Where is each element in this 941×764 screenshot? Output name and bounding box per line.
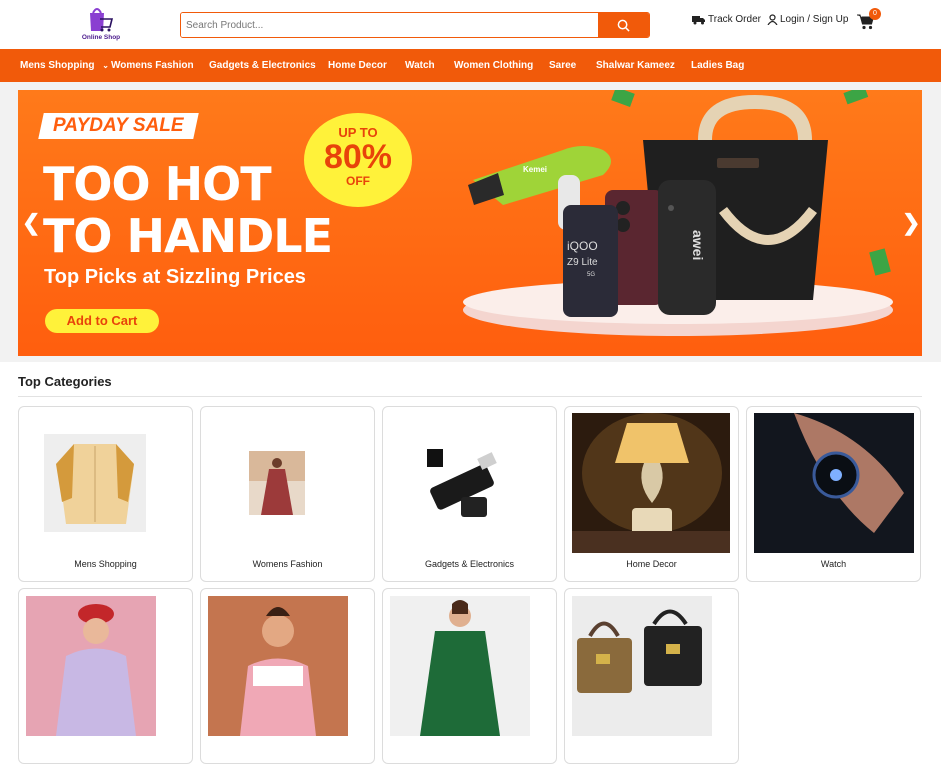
category-card-mens-shopping[interactable]: Mens Shopping — [18, 406, 193, 582]
category-image — [26, 596, 156, 736]
nav-item-watch[interactable]: Watch — [405, 49, 435, 82]
search-button[interactable] — [598, 13, 649, 37]
dryer-brand: Kemei — [523, 165, 547, 174]
category-image — [572, 413, 730, 553]
category-image — [390, 596, 530, 736]
main-nav: Mens Shopping ⌄ Womens Fashion Gadgets &… — [0, 49, 941, 82]
hero-banner[interactable]: PAYDAY SALE TOO HOT TO HANDLE Top Picks … — [18, 90, 922, 356]
nav-item-gadgets-electronics[interactable]: Gadgets & Electronics — [209, 49, 316, 82]
nav-item-shalwar-kameez[interactable]: Shalwar Kameez — [596, 49, 675, 82]
nav-item-women-clothing[interactable]: Women Clothing — [454, 49, 533, 82]
discount-badge: UP TO 80% OFF — [304, 113, 412, 207]
nav-item-saree[interactable]: Saree — [549, 49, 576, 82]
category-image — [754, 413, 914, 553]
login-link[interactable]: Login / Sign Up — [767, 14, 848, 25]
category-card-women-clothing[interactable] — [18, 588, 193, 764]
user-icon — [767, 14, 778, 25]
search-bar — [180, 12, 650, 38]
shopping-bag-logo-icon — [90, 8, 114, 32]
category-card-gadgets-electronics[interactable]: Gadgets & Electronics — [382, 406, 557, 582]
category-label: Mens Shopping — [74, 559, 137, 569]
nav-item-ladies-bag[interactable]: Ladies Bag — [691, 49, 744, 82]
cart-count-badge: 0 — [869, 8, 881, 20]
category-image — [421, 445, 499, 525]
phone-model: Z9 Lite — [567, 257, 598, 268]
nav-item-home-decor[interactable]: Home Decor — [328, 49, 387, 82]
category-label: Gadgets & Electronics — [424, 559, 515, 569]
discount-value: 80% — [323, 138, 393, 176]
phone-badge: 5G — [587, 272, 595, 278]
category-label: Watch — [820, 559, 847, 569]
divider — [18, 396, 922, 397]
hero-headline: TOO HOT TO HANDLE — [43, 157, 333, 263]
track-order-link[interactable]: Track Order — [692, 14, 761, 25]
site-header: Online Shop Track Order Login / Sign Up … — [0, 0, 941, 49]
nav-item-mens-shopping[interactable]: Mens Shopping ⌄ — [20, 49, 109, 82]
category-image — [44, 434, 146, 532]
chevron-down-icon: ⌄ — [102, 61, 109, 70]
category-image — [249, 451, 305, 515]
category-image — [572, 596, 712, 736]
logo[interactable]: Online Shop — [80, 5, 122, 45]
logo-text: Online Shop — [81, 34, 121, 41]
nav-label: Mens Shopping — [20, 60, 95, 71]
category-card-home-decor[interactable]: Home Decor — [564, 406, 739, 582]
category-card-womens-fashion[interactable]: Womens Fashion — [200, 406, 375, 582]
products-illustration: Kemei iQOO Z9 Lite 5G awei — [463, 90, 893, 336]
track-order-label: Track Order — [708, 14, 761, 25]
headline-line-2: TO HANDLE — [43, 209, 333, 263]
category-card-watch[interactable]: Watch — [746, 406, 921, 582]
category-label: Home Decor — [626, 559, 677, 569]
hero-prev-arrow[interactable]: ❮ — [22, 210, 40, 236]
search-icon — [617, 19, 630, 32]
top-categories-title: Top Categories — [18, 374, 112, 389]
hero-next-arrow[interactable]: ❯ — [902, 210, 920, 236]
speaker-brand: awei — [690, 230, 706, 260]
cart-button[interactable]: 0 — [857, 8, 881, 31]
search-input[interactable] — [181, 13, 598, 37]
hero-section: PAYDAY SALE TOO HOT TO HANDLE Top Picks … — [0, 82, 941, 362]
discount-bottom: OFF — [346, 174, 370, 188]
category-image — [208, 596, 348, 736]
category-card-saree[interactable] — [200, 588, 375, 764]
sale-tag: PAYDAY SALE — [38, 113, 199, 139]
add-to-cart-button[interactable]: Add to Cart — [45, 309, 159, 333]
category-card-shalwar-kameez[interactable] — [382, 588, 557, 764]
sale-tag-label: PAYDAY SALE — [53, 115, 184, 136]
headline-line-1: TOO HOT — [43, 157, 272, 211]
nav-item-womens-fashion[interactable]: Womens Fashion — [111, 49, 194, 82]
category-label: Womens Fashion — [252, 559, 323, 569]
hero-subline: Top Picks at Sizzling Prices — [44, 266, 306, 288]
login-label: Login / Sign Up — [780, 14, 849, 25]
truck-icon — [692, 15, 705, 24]
category-card-ladies-bag[interactable] — [564, 588, 739, 764]
phone-brand: iQOO — [567, 239, 598, 253]
